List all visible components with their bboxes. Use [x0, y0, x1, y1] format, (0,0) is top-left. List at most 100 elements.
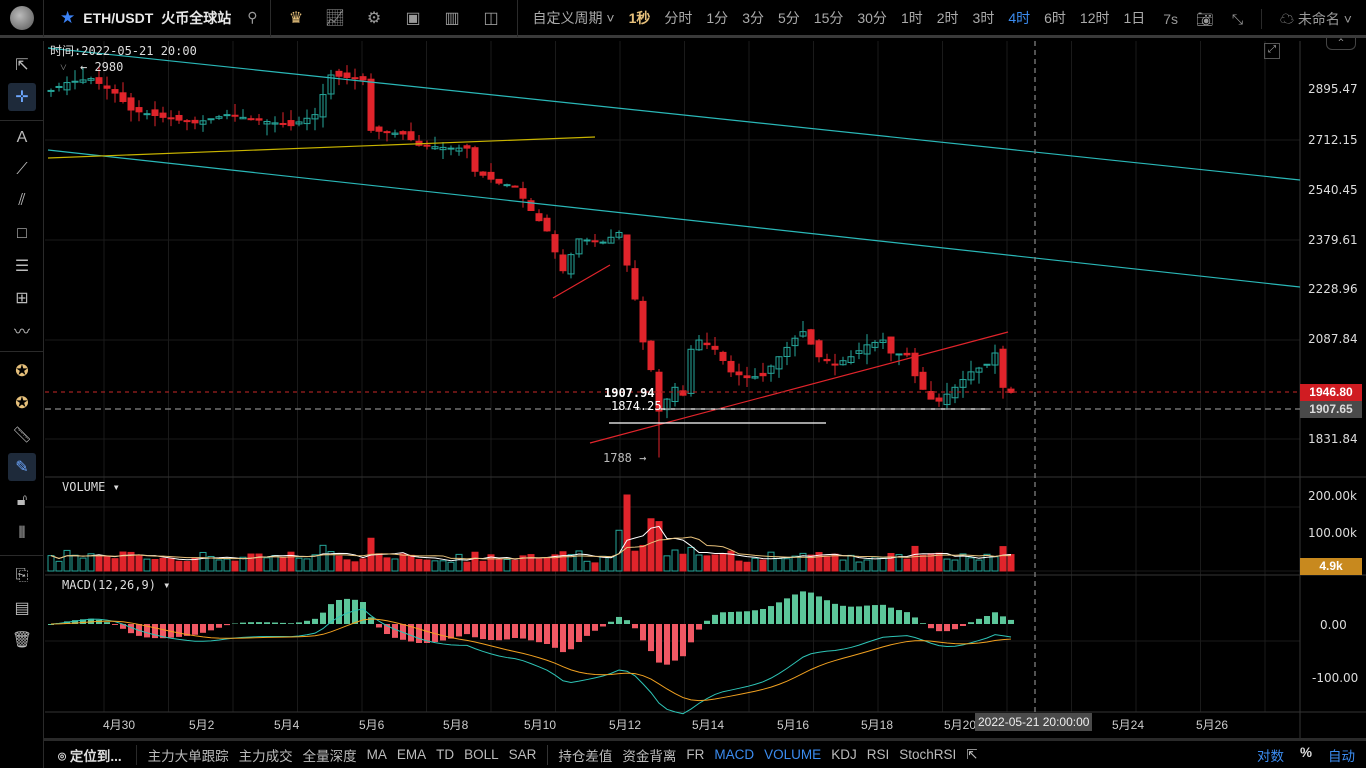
drawing-list-icon[interactable]: ▤ — [8, 594, 36, 622]
indicator-oi-diff[interactable]: 持仓差值 — [547, 744, 617, 765]
volume-title[interactable]: VOLUME ▾ — [62, 480, 120, 494]
symbol-selector[interactable]: ★ ETH/USDT 火币全球站 ⚲ — [44, 0, 271, 37]
compare-icon[interactable]: ▥ — [433, 8, 472, 28]
rectangle-icon[interactable]: □ — [8, 220, 36, 248]
volume-bar — [511, 559, 519, 572]
volume-bar — [783, 558, 791, 572]
grid-tool-icon[interactable]: ⊞ — [8, 284, 36, 312]
expand-up-icon[interactable]: ^ — [1326, 38, 1356, 50]
indicator-kdj[interactable]: KDJ — [826, 747, 862, 762]
locate-button[interactable]: ⌾ 定位到... — [44, 744, 137, 765]
price-chart[interactable] — [45, 41, 1366, 738]
macd-histogram-bar — [848, 606, 854, 624]
top-toolbar: ★ ETH/USDT 火币全球站 ⚲ ♛ 📈︎ ⚙ ▣ ▥ ◫ 自定义周期 ˅ … — [0, 0, 1366, 38]
period-1d[interactable]: 1日 — [1117, 8, 1153, 28]
indicator-sar[interactable]: SAR — [504, 747, 542, 762]
period-timeline[interactable]: 分时 — [657, 8, 699, 28]
show-hide-icon[interactable]: ⫴ — [8, 520, 36, 548]
price-tick: 2540.45 — [1308, 183, 1358, 197]
crosshair-icon[interactable]: ✛ — [8, 83, 36, 111]
strong-magnet-icon[interactable]: ✪ — [8, 389, 36, 417]
refresh-interval[interactable]: 7s — [1163, 11, 1178, 27]
trash-icon[interactable]: 🗑︎ — [8, 626, 36, 654]
volume-bar — [1007, 554, 1015, 572]
auto-scale-toggle[interactable]: 自动 — [1323, 745, 1360, 765]
macd-histogram-bar — [968, 622, 974, 624]
collapse-chevron-icon[interactable]: ˅ — [60, 60, 67, 75]
indicator-icon[interactable]: 📈︎ — [316, 8, 355, 28]
macd-title[interactable]: MACD(12,26,9) ▾ — [62, 578, 170, 592]
parallel-channel-icon[interactable]: ⫽ — [8, 187, 36, 215]
period-30m[interactable]: 30分 — [850, 8, 894, 28]
period-bar: 自定义周期 ˅ 1秒 分时 1分 3分 5分 15分 30分 1时 2时 3时 … — [518, 0, 1153, 37]
period-3m[interactable]: 3分 — [735, 8, 771, 28]
ruler-icon[interactable]: 📏︎ — [8, 421, 36, 449]
volume-bar — [423, 559, 431, 572]
indicator-td[interactable]: TD — [431, 747, 459, 762]
percent-scale-toggle[interactable]: % — [1295, 745, 1317, 765]
period-6h[interactable]: 6时 — [1037, 8, 1073, 28]
period-1m[interactable]: 1分 — [699, 8, 735, 28]
macd-histogram-bar — [568, 624, 574, 650]
magnet-icon[interactable]: ✪ — [8, 357, 36, 385]
indicator-main-big-orders[interactable]: 主力大单跟踪 — [143, 745, 234, 765]
period-5m[interactable]: 5分 — [771, 8, 807, 28]
layout-save-dropdown[interactable]: ☁ 未命名 ˅ — [1280, 9, 1352, 29]
camera-icon[interactable]: 📷︎ — [1196, 11, 1214, 28]
continuous-draw-icon[interactable]: ✎ — [8, 453, 36, 481]
indicator-macd[interactable]: MACD — [709, 747, 759, 762]
trend-line-icon[interactable]: ⟋ — [8, 156, 36, 184]
indicator-ema[interactable]: EMA — [392, 747, 431, 762]
candle-body — [487, 171, 495, 180]
candle-body — [999, 348, 1007, 388]
bookmark-icon[interactable]: ⎘ — [8, 562, 36, 590]
indicator-fr[interactable]: FR — [681, 747, 709, 762]
period-15m[interactable]: 15分 — [807, 8, 851, 28]
macd-histogram-bar — [640, 624, 646, 641]
indicator-ma[interactable]: MA — [362, 747, 392, 762]
indicator-divergence[interactable]: 资金背离 — [617, 745, 681, 765]
volume-bar — [495, 558, 503, 572]
volume-bar — [943, 558, 951, 572]
crown-icon[interactable]: ♛ — [277, 8, 316, 28]
cursor-arrow-icon[interactable]: ⇱ — [8, 51, 36, 79]
gear-icon[interactable]: ⚙ — [355, 8, 394, 28]
volume-bar — [599, 555, 607, 572]
layout-icon[interactable]: ◫ — [472, 8, 511, 28]
indicator-volume[interactable]: VOLUME — [759, 747, 826, 762]
price-label-1907: 1907.94 — [604, 386, 655, 400]
chart-template-icon[interactable]: ▣ — [394, 8, 433, 28]
macd-histogram-bar — [824, 600, 830, 624]
period-2h[interactable]: 2时 — [930, 8, 966, 28]
wave-pattern-icon[interactable]: 〰 — [8, 316, 36, 344]
search-icon[interactable]: ⚲ — [247, 9, 257, 26]
log-scale-toggle[interactable]: 对数 — [1252, 745, 1289, 765]
period-3h[interactable]: 3时 — [966, 8, 1002, 28]
volume-bar — [479, 560, 487, 572]
period-1s[interactable]: 1秒 — [622, 8, 658, 28]
horizontal-lines-icon[interactable]: ☰ — [8, 252, 36, 280]
period-4h[interactable]: 4时 — [1001, 8, 1037, 28]
custom-period-dropdown[interactable]: 自定义周期 ˅ — [526, 8, 622, 28]
external-link-icon[interactable]: ⇱ — [961, 747, 982, 763]
volume-bar — [47, 555, 55, 572]
candle-body — [639, 300, 647, 343]
text-tool-icon[interactable]: A — [8, 124, 36, 152]
indicator-main-trades[interactable]: 主力成交 — [234, 745, 298, 765]
macd-histogram-bar — [752, 610, 758, 624]
indicator-stochrsi[interactable]: StochRSI — [894, 747, 961, 762]
high-marker: ← 2980 — [80, 60, 124, 74]
indicator-depth[interactable]: 全量深度 — [298, 745, 362, 765]
period-12h[interactable]: 12时 — [1073, 8, 1117, 28]
lock-icon[interactable]: 🔓︎ — [8, 487, 36, 515]
collapse-icon[interactable]: ⤡ — [1232, 11, 1243, 28]
indicator-rsi[interactable]: RSI — [862, 747, 895, 762]
period-1h[interactable]: 1时 — [894, 8, 930, 28]
macd-histogram-bar — [616, 616, 622, 624]
volume-bar — [903, 558, 911, 572]
fullscreen-icon[interactable]: ⤢ — [1264, 43, 1280, 59]
star-icon[interactable]: ★ — [60, 8, 75, 28]
macd-histogram-bar — [480, 624, 486, 640]
indicator-boll[interactable]: BOLL — [459, 747, 504, 762]
volume-bar — [687, 546, 695, 572]
